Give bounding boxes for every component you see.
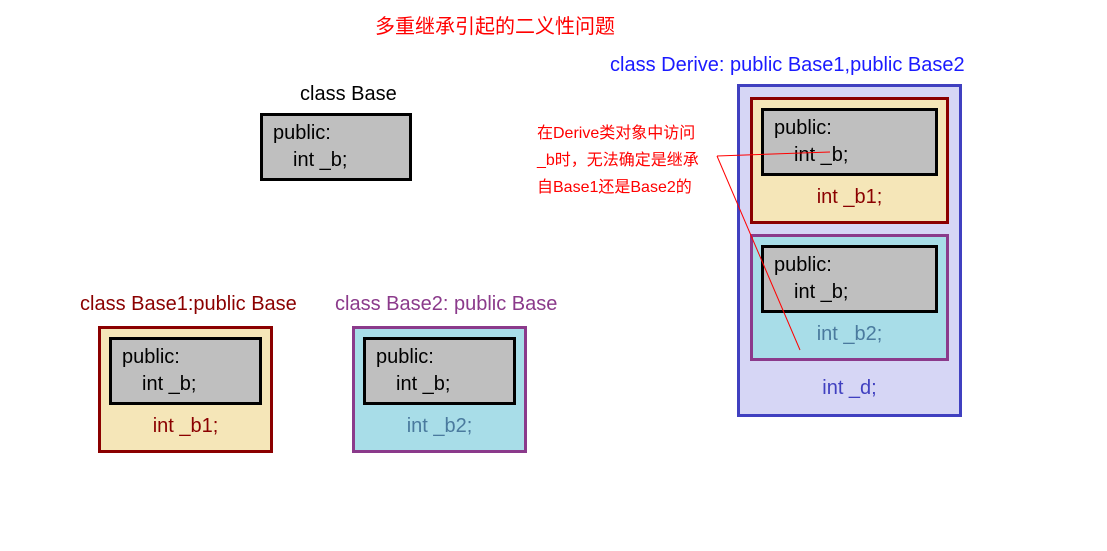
base-class-box: public: int _b;: [260, 113, 412, 181]
base-member-label: int _b;: [273, 145, 399, 172]
annotation-line1: 在Derive类对象中访问: [537, 120, 722, 147]
derive-base2-subbox: public: int _b; int _b2;: [750, 234, 949, 361]
ambiguity-annotation: 在Derive类对象中访问 _b时，无法确定是继承 自Base1还是Base2的: [537, 120, 722, 202]
derive-sub1-inherited: int _b;: [774, 140, 925, 167]
derive-class-box: public: int _b; int _b1; public: int _b;…: [737, 84, 962, 417]
diagram-title: 多重继承引起的二义性问题: [375, 10, 615, 39]
base2-inherited-member: int _b;: [376, 369, 503, 396]
derive-class-label: class Derive: public Base1,public Base2: [610, 54, 965, 77]
derive-sub2-inherited: int _b;: [774, 277, 925, 304]
base2-access-label: public:: [376, 346, 503, 369]
base1-class-label: class Base1:public Base: [80, 293, 297, 316]
derive-sub1-own: int _b1;: [761, 176, 938, 213]
base2-own-member: int _b2;: [363, 405, 516, 442]
base-access-label: public:: [273, 122, 399, 145]
base1-inherited-box: public: int _b;: [109, 337, 262, 405]
base2-class-label: class Base2: public Base: [335, 293, 557, 316]
base-class-label: class Base: [300, 83, 397, 106]
base1-access-label: public:: [122, 346, 249, 369]
derive-sub1-access: public:: [774, 117, 925, 140]
base1-inherited-member: int _b;: [122, 369, 249, 396]
base2-inherited-box: public: int _b;: [363, 337, 516, 405]
base2-class-box: public: int _b; int _b2;: [352, 326, 527, 453]
derive-sub2-own: int _b2;: [761, 313, 938, 350]
base1-own-member: int _b1;: [109, 405, 262, 442]
derive-base1-subbox: public: int _b; int _b1;: [750, 97, 949, 224]
derive-sub2-inherited-box: public: int _b;: [761, 245, 938, 313]
annotation-line3: 自Base1还是Base2的: [537, 174, 722, 201]
derive-sub2-access: public:: [774, 254, 925, 277]
base1-class-box: public: int _b; int _b1;: [98, 326, 273, 453]
derive-own-member: int _d;: [750, 367, 949, 404]
annotation-line2: _b时，无法确定是继承: [537, 147, 722, 174]
derive-sub1-inherited-box: public: int _b;: [761, 108, 938, 176]
